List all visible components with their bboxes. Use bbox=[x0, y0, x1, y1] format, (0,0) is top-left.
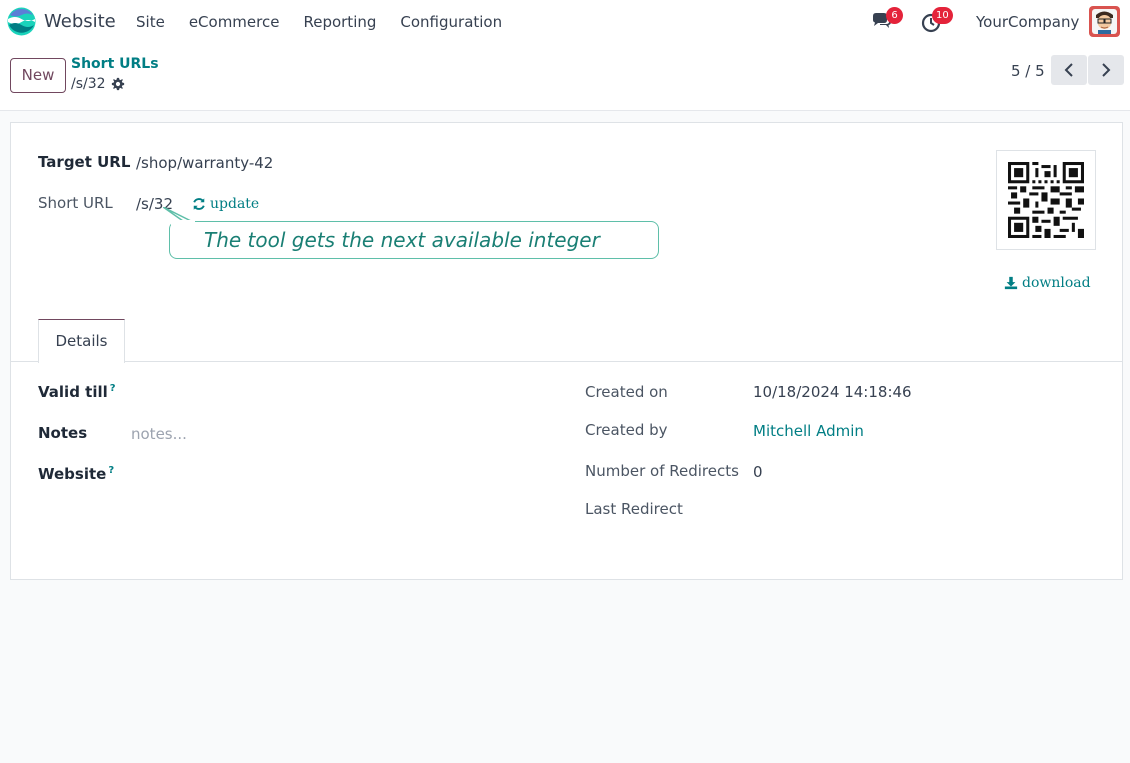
qr-code-image bbox=[1008, 162, 1084, 238]
user-avatar[interactable] bbox=[1089, 6, 1120, 37]
update-link[interactable]: update bbox=[192, 196, 259, 212]
breadcrumb-current: /s/32 bbox=[71, 76, 125, 92]
menu-item-configuration[interactable]: Configuration bbox=[400, 13, 502, 31]
pager-value[interactable]: 5 / 5 bbox=[1011, 62, 1045, 80]
main-menu: Site eCommerce Reporting Configuration bbox=[136, 13, 526, 31]
messages-badge: 6 bbox=[886, 7, 903, 24]
app-name[interactable]: Website bbox=[44, 11, 116, 32]
last-redirect-label: Last Redirect bbox=[585, 500, 683, 518]
website-label: Website? bbox=[38, 465, 114, 483]
target-url-field[interactable]: /shop/warranty-42 bbox=[136, 154, 273, 172]
created-on-value: 10/18/2024 14:18:46 bbox=[753, 383, 912, 401]
top-navbar: Website Site eCommerce Reporting Configu… bbox=[0, 0, 1130, 44]
download-label: download bbox=[1022, 275, 1091, 291]
valid-till-text: Valid till bbox=[38, 383, 108, 401]
refresh-icon bbox=[193, 198, 205, 210]
redirects-label: Number of Redirects bbox=[585, 462, 739, 480]
new-button[interactable]: New bbox=[10, 58, 66, 93]
callout-tail-cover bbox=[171, 220, 195, 226]
download-icon bbox=[1004, 276, 1018, 290]
callout-text: The tool gets the next available integer bbox=[204, 228, 600, 252]
target-url-label: Target URL bbox=[38, 153, 131, 171]
pager-previous-button[interactable] bbox=[1051, 55, 1087, 85]
company-switcher[interactable]: YourCompany bbox=[976, 13, 1079, 31]
menu-item-reporting[interactable]: Reporting bbox=[303, 13, 376, 31]
tab-details[interactable]: Details bbox=[38, 319, 125, 363]
gear-icon[interactable] bbox=[111, 77, 125, 91]
website-help-icon[interactable]: ? bbox=[108, 465, 114, 476]
menu-item-ecommerce[interactable]: eCommerce bbox=[189, 13, 280, 31]
download-link[interactable]: download bbox=[1004, 275, 1091, 291]
breadcrumb-current-label: /s/32 bbox=[71, 76, 106, 92]
valid-till-help-icon[interactable]: ? bbox=[110, 383, 116, 394]
created-on-label: Created on bbox=[585, 383, 668, 401]
chevron-right-icon bbox=[1102, 63, 1111, 77]
created-by-label: Created by bbox=[585, 421, 668, 439]
menu-item-site[interactable]: Site bbox=[136, 13, 165, 31]
update-label: update bbox=[210, 196, 260, 212]
website-app-icon[interactable] bbox=[7, 7, 36, 36]
form-sheet: Target URL /shop/warranty-42 Short URL /… bbox=[10, 122, 1123, 580]
control-panel: New Short URLs /s/32 5 / 5 bbox=[0, 44, 1130, 111]
notebook-tabs: Details bbox=[11, 319, 1122, 363]
breadcrumb-short-urls[interactable]: Short URLs bbox=[71, 56, 159, 72]
created-by-link[interactable]: Mitchell Admin bbox=[753, 422, 864, 440]
website-text: Website bbox=[38, 465, 107, 483]
redirects-value: 0 bbox=[753, 463, 763, 481]
qr-code bbox=[996, 150, 1096, 250]
notes-input[interactable]: notes... bbox=[131, 425, 187, 443]
activities-badge: 10 bbox=[932, 7, 953, 24]
chevron-left-icon bbox=[1064, 63, 1073, 77]
annotation-callout: The tool gets the next available integer bbox=[169, 221, 659, 259]
short-url-label: Short URL bbox=[38, 194, 113, 212]
pager-next-button[interactable] bbox=[1088, 55, 1124, 85]
notes-label: Notes bbox=[38, 424, 88, 442]
valid-till-label: Valid till? bbox=[38, 383, 116, 401]
